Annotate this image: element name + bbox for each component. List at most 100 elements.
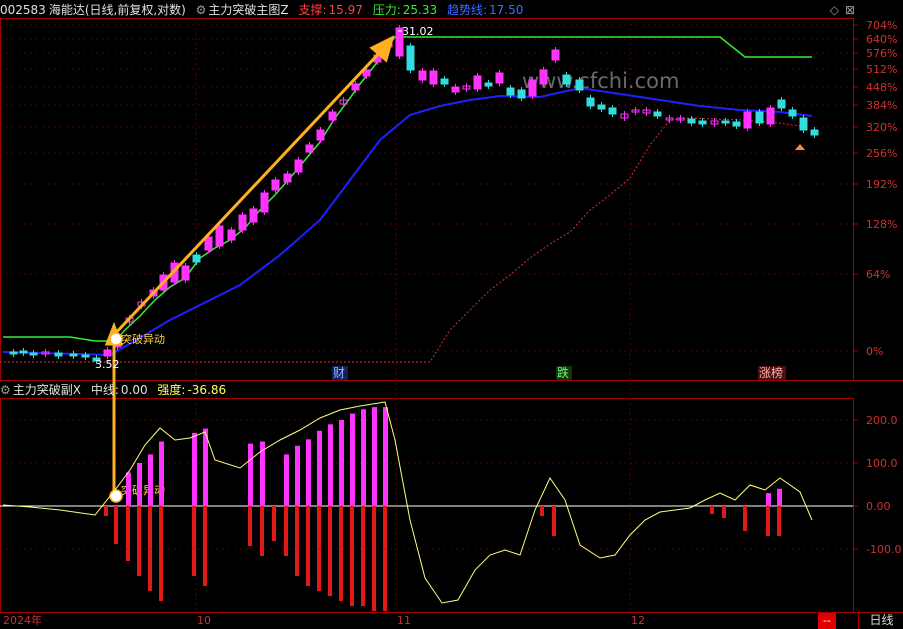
strength-bar-neg [328,506,332,596]
strength-bar-pos [317,430,322,506]
y-tick-label: 0.00 [866,500,891,513]
signal-triangle-icon [795,144,805,150]
candle-body [777,99,786,109]
y-tick-label: 0% [866,345,883,358]
time-label-dec: 12 [631,614,645,627]
strength-bar-neg [159,506,163,601]
strength-bar-pos [203,428,208,506]
low-price-label: 3.52 [95,358,120,371]
strength-bar-pos [284,454,289,506]
breakout-label-top: 突破异动 [121,332,165,346]
y-tick-label: 512% [866,63,897,76]
candle-body [19,350,28,354]
close-box-icon[interactable]: ⊠ [845,3,855,17]
candle-body [406,45,415,71]
settings-gear-icon[interactable]: ⚙ [196,3,207,17]
y-tick-label: 704% [866,19,897,32]
candle-body [283,173,292,183]
strength-bar-pos [361,409,366,506]
sub-indicator-name[interactable]: 主力突破副X [13,383,81,397]
candle-body [562,74,571,85]
candle-body [495,72,504,84]
strength-bar-pos [328,424,333,506]
event-drop: 跌 [557,365,569,380]
candle-body [551,49,560,61]
strength-bar-pos [248,443,253,506]
settings-gear-icon-sub[interactable]: ⚙ [0,383,11,397]
y-tick-label: 640% [866,33,897,46]
candle-body [9,351,18,355]
strength-bar-neg [361,506,365,606]
candle-body [755,111,764,124]
strength-bar-pos [350,413,355,506]
candle-body [528,79,537,97]
candle-body [608,107,617,115]
candle-body [687,118,696,124]
diamond-icon[interactable]: ◇ [830,3,839,17]
pressure-value: 25.33 [402,3,438,17]
candle-body [54,352,63,357]
y-tick-label: 576% [866,47,897,60]
candlesticks [9,25,819,364]
candle-body [260,192,269,213]
y-tick-label: 192% [866,178,897,191]
window-controls: ◇ ⊠ [824,3,855,17]
y-tick-label: 320% [866,121,897,134]
candle-body [215,225,224,247]
minus-button[interactable]: -- [818,613,836,629]
candle-body [305,144,314,153]
strength-bar-neg [552,506,556,536]
strength-bar-pos [372,407,377,506]
candle-body [698,120,707,125]
candle-body [586,97,595,107]
time-axis: 2024年 10 11 12 [3,613,645,627]
strength-bar-neg [722,506,726,518]
candle-body [575,79,584,91]
time-label-year: 2024年 [3,613,42,627]
breakout-marker-top: 突破异动 [109,332,165,346]
y-tick-label: 200.0 [866,414,898,427]
strength-bar-neg [137,506,141,576]
candle-body [29,352,38,356]
support-value: 15.97 [328,3,363,17]
stock-code: 002583 [0,3,46,17]
period-button[interactable]: 日线 [858,613,903,629]
candle-body [418,70,427,81]
candle-body [271,179,280,191]
y-tick-label: 64% [866,268,890,281]
strength-bar-neg [295,506,299,576]
strength-bar-pos [126,472,131,506]
candle-body [294,159,303,173]
strength-value: -36.86 [187,383,227,397]
strength-bar-neg [540,506,544,516]
candle-body [316,129,325,141]
support-label: 支撑: [298,3,327,17]
y-axis-top: 704%640%576% 512% 448% 384% 320% 256% 192% 128%… [866,19,897,358]
strength-bar-pos [383,407,388,506]
strength-curve [2,401,813,604]
sub-chart-header: ⚙ 主力突破副X 中线: 0.00 强度: -36.86 [0,381,232,399]
strength-bar-neg [192,506,196,576]
strength-bar-neg [777,506,781,536]
strength-bar-pos [339,420,344,506]
pressure-label: 压力: [372,3,401,17]
candle-body [810,129,819,136]
strength-bar-neg [710,506,714,514]
candle-body [788,109,797,117]
candle-body [451,86,460,93]
candle-body [81,354,90,358]
strength-bar-pos [148,454,153,506]
candle-body [181,265,190,281]
candle-body [766,107,775,125]
candle-body [328,111,337,121]
stock-name: 海能达 [48,3,85,17]
candle-body [429,70,438,85]
candle-body [238,214,247,231]
y-tick-label: 100.0 [866,457,898,470]
candle-body [227,229,236,241]
chart-canvas[interactable]: www.cfchi.com 财 跌 涨榜 突破异动 突破异动 31.02 3.5… [0,0,903,629]
time-label-nov: 11 [397,614,411,627]
time-label-oct: 10 [197,614,211,627]
strength-bar-neg [114,506,118,544]
main-indicator-name[interactable]: 主力突破主图Z [208,3,288,17]
